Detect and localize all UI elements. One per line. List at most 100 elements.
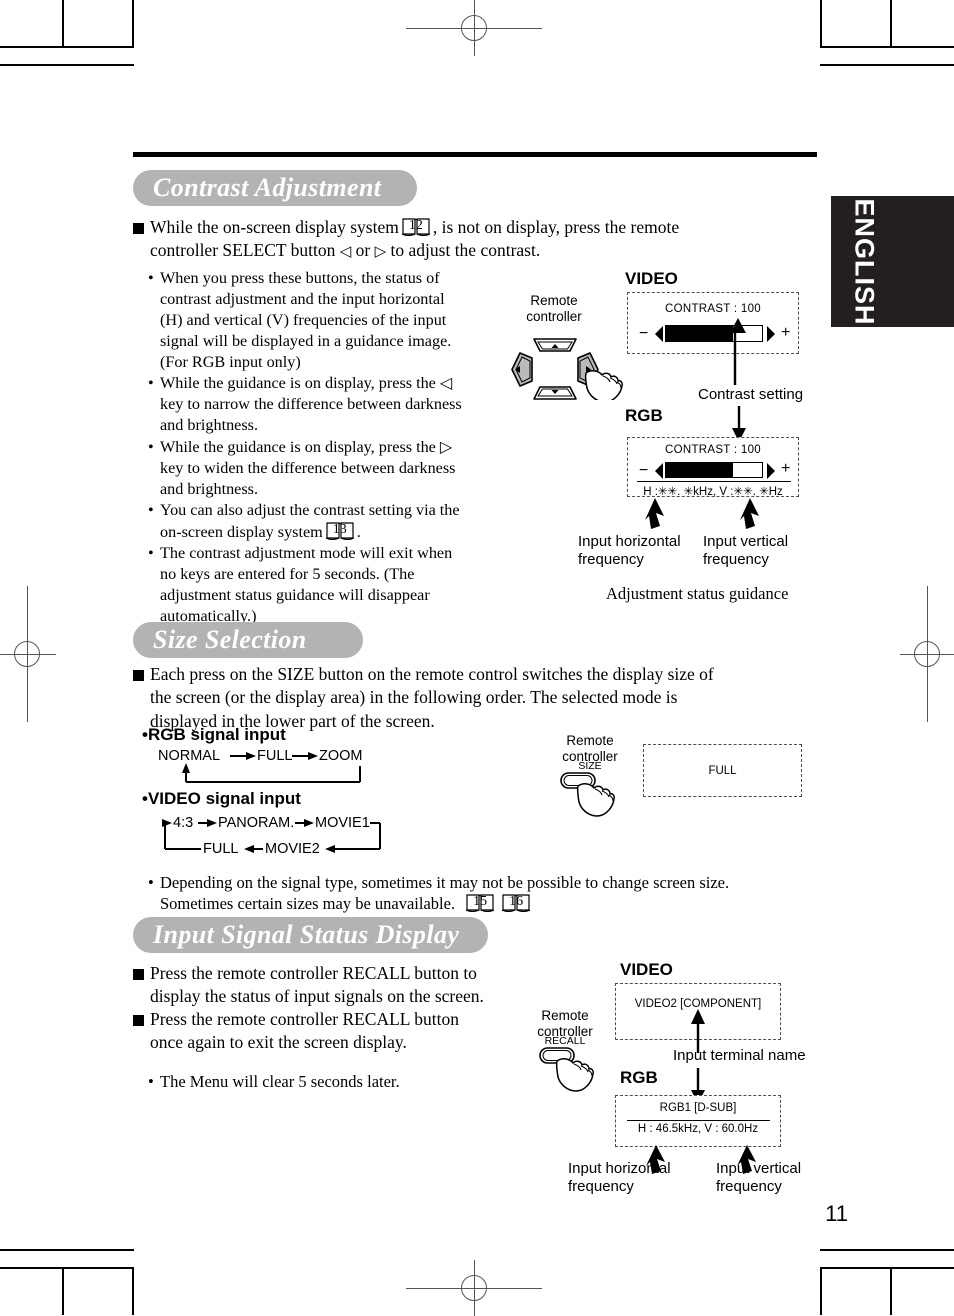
page-number: 11 bbox=[825, 1201, 848, 1226]
remote-label-line2: controller bbox=[526, 308, 582, 324]
page-ref-12-icon: 12 bbox=[401, 217, 431, 236]
remote-label-line1: Remote bbox=[530, 293, 578, 308]
language-tab-label: ENGLISH bbox=[849, 197, 879, 326]
osd-rgb-terminal-title: RGB1 [D-SUB] bbox=[659, 1102, 737, 1114]
crop-mark bbox=[820, 0, 822, 46]
video-signal-input-heading: •VIDEO signal input bbox=[142, 789, 301, 808]
contrast-intro-a: While the on-screen display system bbox=[150, 217, 399, 237]
registration-mark-bottom bbox=[406, 1260, 542, 1316]
bullet-line: Press the remote controller RECALL butto… bbox=[150, 1009, 459, 1029]
page-ref-15-icon: 15 bbox=[465, 893, 495, 913]
bullet-line: (H) and vertical (V) frequencies of the … bbox=[160, 311, 447, 330]
registration-mark-right bbox=[900, 586, 954, 722]
callout-input-vertical-frequency-contrast: Input vertical frequency bbox=[703, 533, 788, 568]
crop-mark bbox=[890, 1269, 892, 1315]
rgb-heading-input-status: RGB bbox=[620, 1068, 658, 1087]
callout-line2: frequency bbox=[578, 550, 644, 568]
list-item: You can also adjust the contrast setting… bbox=[148, 500, 508, 543]
osd-size-mode-text: FULL bbox=[708, 765, 737, 777]
select-right-glyph: ▷ bbox=[374, 242, 387, 261]
bullet-line: contrast adjustment and the input horizo… bbox=[160, 290, 445, 309]
crop-mark bbox=[820, 46, 954, 48]
list-item: Depending on the signal type, sometimes … bbox=[148, 872, 828, 915]
bullet-line: display the status of input signals on t… bbox=[150, 986, 484, 1007]
callout-line2: frequency bbox=[716, 1177, 782, 1195]
slider-left-arrow-video bbox=[655, 326, 663, 342]
remote-label-line1: Remote bbox=[566, 733, 614, 748]
callout-line1: Input vertical bbox=[716, 1160, 802, 1177]
section-banner-size-selection: Size Selection bbox=[133, 622, 363, 658]
bullet-line: and brightness. bbox=[160, 479, 259, 498]
remote-recall-button-diagram bbox=[537, 1045, 605, 1100]
contrast-intro-b: , is not on display, press the remote bbox=[432, 217, 680, 237]
callout-arrow-vfreq-contrast bbox=[738, 498, 762, 537]
size-selection-note: Depending on the signal type, sometimes … bbox=[148, 872, 828, 915]
slider-right-arrow-video bbox=[767, 326, 775, 342]
contrast-slider-video: − + bbox=[628, 323, 800, 345]
rgb-signal-input-heading: •RGB signal input bbox=[142, 725, 286, 744]
page-ref-16-icon: 16 bbox=[501, 893, 531, 913]
remote-label-line1: Remote bbox=[541, 1008, 589, 1023]
registration-mark-top bbox=[406, 0, 542, 56]
bullet-line: (For RGB input only) bbox=[160, 353, 301, 372]
minus-label-video: − bbox=[639, 325, 649, 342]
bullet-line: adjustment status guidance will disappea… bbox=[160, 585, 430, 604]
size-selection-intro: Each press on the SIZE button on the rem… bbox=[133, 663, 823, 733]
figure-caption-adjustment-status-guidance: Adjustment status guidance bbox=[606, 584, 789, 603]
crop-mark bbox=[820, 64, 954, 66]
pointing-hand-icon bbox=[555, 1058, 594, 1092]
pointing-hand-icon bbox=[576, 783, 615, 817]
section-banner-label: Size Selection bbox=[153, 625, 307, 654]
minus-label-rgb: − bbox=[639, 462, 649, 479]
bullet-line: While the guidance is on display, press … bbox=[160, 437, 453, 456]
bullet-line: key to widen the difference between dark… bbox=[160, 458, 456, 477]
rgb-heading-contrast: RGB bbox=[625, 406, 663, 425]
callout-input-horizontal-frequency-contrast: Input horizontal frequency bbox=[578, 533, 681, 568]
page-ref-12-number: 12 bbox=[408, 218, 423, 233]
contrast-intro-c: controller SELECT button bbox=[150, 240, 336, 261]
square-bullet-icon bbox=[133, 969, 144, 980]
callout-line2: frequency bbox=[703, 550, 769, 568]
dpad-up-key bbox=[533, 338, 577, 352]
contrast-intro-d: to adjust the contrast. bbox=[390, 240, 541, 261]
bullet-line: and brightness. bbox=[160, 416, 259, 435]
osd-rgb-frequency: H : 46.5kHz, V : 60.0Hz bbox=[637, 1123, 759, 1135]
crop-mark bbox=[132, 1269, 134, 1315]
crop-mark bbox=[62, 0, 64, 46]
video-heading-input-status: VIDEO bbox=[620, 960, 673, 979]
callout-line1: Input horizontal bbox=[568, 1160, 671, 1177]
remote-dpad-diagram bbox=[506, 325, 626, 405]
input-status-bullet-2: Press the remote controller RECALL butto… bbox=[133, 1008, 553, 1055]
slider-right-arrow-rgb bbox=[767, 463, 775, 479]
crop-mark bbox=[890, 0, 892, 46]
callout-input-horizontal-frequency-status: Input horizontal frequency bbox=[568, 1160, 671, 1195]
contrast-intro-or: or bbox=[355, 240, 371, 261]
section-banner-input-signal-status-display: Input Signal Status Display bbox=[133, 917, 488, 953]
contrast-slider-rgb: − + bbox=[628, 461, 800, 481]
osd-frequency-rgb: H :✳✳. ✳kHz, V :✳✳. ✳Hz bbox=[643, 486, 783, 498]
note-line: The Menu will clear 5 seconds later. bbox=[160, 1072, 400, 1091]
slider-track-video bbox=[665, 325, 763, 342]
square-bullet-icon bbox=[133, 670, 144, 681]
bullet-line: signal will be displayed in a guidance i… bbox=[160, 332, 452, 351]
intro-line: the screen (or the display area) in the … bbox=[150, 687, 678, 708]
crop-mark bbox=[0, 64, 134, 66]
remote-controller-label-contrast: Remote controller bbox=[519, 293, 589, 325]
callout-arrow-hfreq-contrast bbox=[643, 498, 667, 537]
bullet-line: once again to exit the screen display. bbox=[150, 1032, 407, 1053]
top-rule bbox=[133, 152, 817, 157]
square-bullet-icon bbox=[133, 223, 144, 234]
crop-mark bbox=[0, 1267, 134, 1269]
crop-mark bbox=[0, 1249, 134, 1251]
crop-mark bbox=[0, 46, 134, 48]
osd-box-rgb-input-status: RGB1 [D-SUB] H : 46.5kHz, V : 60.0Hz bbox=[615, 1095, 781, 1147]
callout-contrast-setting: Contrast setting bbox=[698, 386, 804, 403]
list-item: The Menu will clear 5 seconds later. bbox=[148, 1071, 568, 1093]
remote-size-button-diagram bbox=[558, 770, 626, 825]
page-ref-13-icon: 13 bbox=[325, 521, 355, 540]
slider-track-rgb bbox=[665, 462, 763, 478]
video-heading-contrast: VIDEO bbox=[625, 269, 678, 288]
bullet-line: Press the remote controller RECALL butto… bbox=[150, 963, 477, 983]
bullet-line: The contrast adjustment mode will exit w… bbox=[160, 543, 453, 562]
note-line: Depending on the signal type, sometimes … bbox=[160, 873, 730, 892]
